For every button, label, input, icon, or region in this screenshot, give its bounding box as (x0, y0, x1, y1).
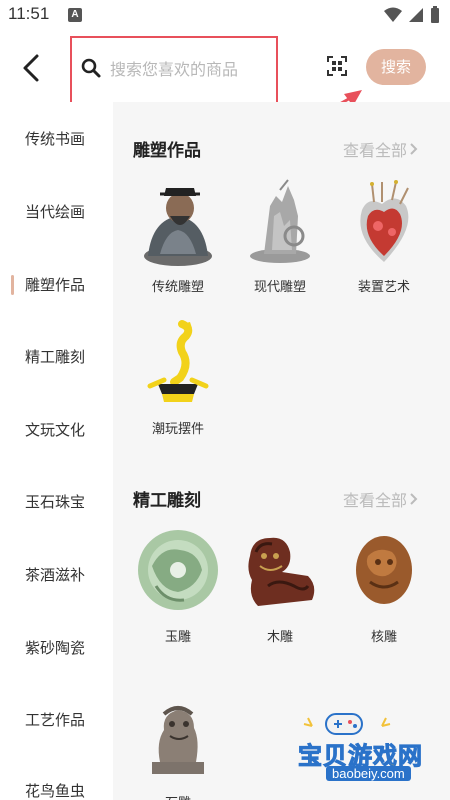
category-item-label: 潮玩摆件 (151, 422, 204, 437)
category-sidebar: 传统书画 当代绘画 雕塑作品 精工雕刻 文玩文化 玉石珠宝 茶酒滋补 紫砂陶瓷 … (0, 102, 113, 800)
wifi-icon (384, 7, 402, 22)
sidebar-item-crafts[interactable]: 工艺作品 (0, 683, 113, 755)
category-item-label: 玉雕 (164, 630, 191, 645)
sidebar-item-contemporary-painting[interactable]: 当代绘画 (0, 175, 113, 247)
sidebar-item-ceramics[interactable]: 紫砂陶瓷 (0, 611, 113, 683)
section-title-fine-carving: 精工雕刻 (133, 491, 201, 511)
category-item-trendy-toy[interactable]: 潮玩摆件 (128, 318, 228, 448)
sidebar-item-label: 文玩文化 (25, 420, 86, 439)
traditional-sculpture-image (144, 188, 212, 266)
sidebar-item-label: 花鸟鱼虫 (25, 781, 86, 800)
view-all-carving-link[interactable]: 查看全部 (343, 487, 419, 511)
status-time: 11:51 (8, 4, 50, 23)
view-all-sculpture-link[interactable]: 查看全部 (343, 137, 419, 161)
gamepad-icon (325, 713, 363, 735)
wood-carving-image (248, 537, 315, 606)
stone-carving-image (152, 706, 204, 774)
sidebar-item-label: 精工雕刻 (25, 347, 86, 366)
sparkle-icon (381, 717, 391, 727)
sidebar-item-tea-wine[interactable]: 茶酒滋补 (0, 538, 113, 610)
category-content: 雕塑作品 查看全部 传统雕塑 现代雕塑 装置艺术 潮玩摆件 精工雕刻 查看全部 … (113, 102, 450, 800)
category-item-installation-art[interactable]: 装置艺术 (334, 176, 434, 306)
category-item-label: 装置艺术 (357, 280, 410, 295)
category-item-modern-sculpture[interactable]: 现代雕塑 (230, 176, 330, 306)
signal-icon (409, 8, 423, 22)
category-item-label: 现代雕塑 (253, 280, 306, 295)
search-highlight-annotation (70, 36, 278, 108)
sidebar-item-label: 工艺作品 (25, 710, 86, 729)
watermark-url: baobeiy.com (326, 766, 411, 781)
qr-scan-icon[interactable] (327, 56, 347, 76)
status-bar: 11:51 A (0, 0, 450, 32)
trendy-toy-image (147, 320, 209, 402)
category-item-wood-carving[interactable]: 木雕 (230, 526, 330, 656)
search-button[interactable]: 搜索 (366, 49, 426, 85)
jade-carving-image (138, 530, 218, 610)
sidebar-item-fine-carving[interactable]: 精工雕刻 (0, 320, 113, 392)
sidebar-item-label: 茶酒滋补 (25, 565, 86, 584)
sidebar-item-label: 传统书画 (25, 129, 86, 148)
sparkle-icon (303, 717, 313, 727)
category-item-jade-carving[interactable]: 玉雕 (128, 526, 228, 656)
sidebar-item-flowers-birds[interactable]: 花鸟鱼虫 (0, 754, 113, 800)
watermark-logo: 宝贝游戏网 baobeiy.com (298, 706, 446, 790)
back-arrow-icon[interactable] (18, 52, 46, 84)
sidebar-item-traditional-calligraphy[interactable]: 传统书画 (0, 102, 113, 174)
accessibility-badge-icon: A (68, 8, 82, 22)
chevron-right-icon (410, 143, 418, 155)
sidebar-item-label: 当代绘画 (25, 202, 86, 221)
battery-icon (431, 6, 439, 23)
sidebar-item-label: 紫砂陶瓷 (25, 638, 86, 657)
category-item-nut-carving[interactable]: 核雕 (334, 526, 434, 656)
status-icons (384, 6, 440, 24)
sidebar-item-label: 玉石珠宝 (25, 492, 86, 511)
sidebar-item-label: 雕塑作品 (25, 275, 86, 294)
installation-art-image (360, 180, 409, 262)
category-item-label: 传统雕塑 (151, 280, 204, 295)
sidebar-item-sculpture[interactable]: 雕塑作品 (0, 248, 113, 320)
category-item-stone-carving[interactable]: 石雕 (128, 692, 228, 800)
sidebar-item-jade-jewelry[interactable]: 玉石珠宝 (0, 465, 113, 537)
modern-sculpture-image (250, 179, 310, 263)
category-item-traditional-sculpture[interactable]: 传统雕塑 (128, 176, 228, 306)
category-item-label: 石雕 (128, 792, 228, 800)
category-item-label: 核雕 (370, 630, 397, 645)
chevron-right-icon (410, 493, 418, 505)
active-indicator (11, 275, 14, 295)
section-title-sculpture: 雕塑作品 (133, 141, 201, 161)
view-all-label: 查看全部 (343, 491, 408, 510)
view-all-label: 查看全部 (343, 141, 408, 160)
sidebar-item-antique-culture[interactable]: 文玩文化 (0, 393, 113, 465)
nut-carving-image (356, 536, 412, 604)
category-item-label: 木雕 (266, 630, 293, 645)
